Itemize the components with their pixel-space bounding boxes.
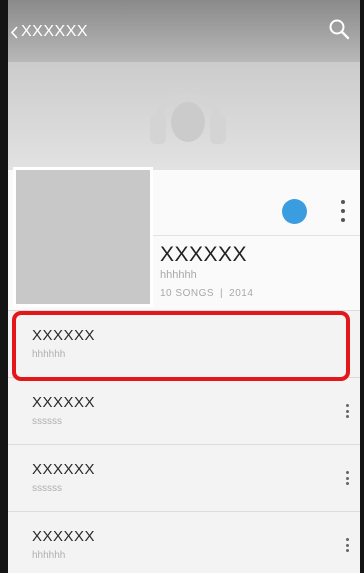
device-frame-left [0, 0, 8, 573]
song-title: XXXXXX [32, 461, 96, 478]
search-icon[interactable] [327, 17, 351, 41]
headphones-icon [150, 93, 226, 144]
meta-separator: | [220, 288, 224, 299]
song-artist: ssssss [32, 416, 62, 427]
song-row[interactable]: XXXXXX hhhhhh [8, 310, 360, 377]
page-title: XXXXXX [21, 23, 89, 40]
more-vert-icon[interactable] [338, 200, 348, 222]
song-artist: hhhhhh [32, 550, 66, 561]
back-button[interactable]: XXXXXX [11, 20, 88, 44]
album-year: 2014 [229, 288, 254, 299]
song-row[interactable]: XXXXXX hhhhhh [8, 511, 360, 573]
chevron-left-icon [11, 25, 18, 39]
song-artist: hhhhhh [32, 349, 66, 360]
more-vert-icon[interactable] [342, 404, 352, 418]
album-title: XXXXXX [160, 243, 248, 266]
songs-count: 10 SONGS [160, 288, 215, 299]
song-title: XXXXXX [32, 394, 96, 411]
play-button[interactable] [282, 199, 307, 224]
album-cover[interactable] [16, 170, 150, 304]
device-frame-right [360, 0, 364, 573]
album-artist: hhhhhh [160, 269, 197, 281]
song-artist: ssssss [32, 483, 62, 494]
song-row[interactable]: XXXXXX ssssss [8, 377, 360, 444]
song-title: XXXXXX [32, 327, 96, 344]
song-title: XXXXXX [32, 528, 96, 545]
more-vert-icon[interactable] [342, 337, 352, 351]
more-vert-icon[interactable] [342, 471, 352, 485]
more-vert-icon[interactable] [342, 538, 352, 552]
album-meta: 10 SONGS | 2014 [160, 288, 253, 299]
top-app-bar: XXXXXX [0, 0, 364, 62]
album-screen: XXXXXX XXXXXX hhhhhh 10 SONGS | 2014 XXXXX… [0, 0, 364, 573]
divider [150, 235, 360, 236]
song-row[interactable]: XXXXXX ssssss [8, 444, 360, 511]
